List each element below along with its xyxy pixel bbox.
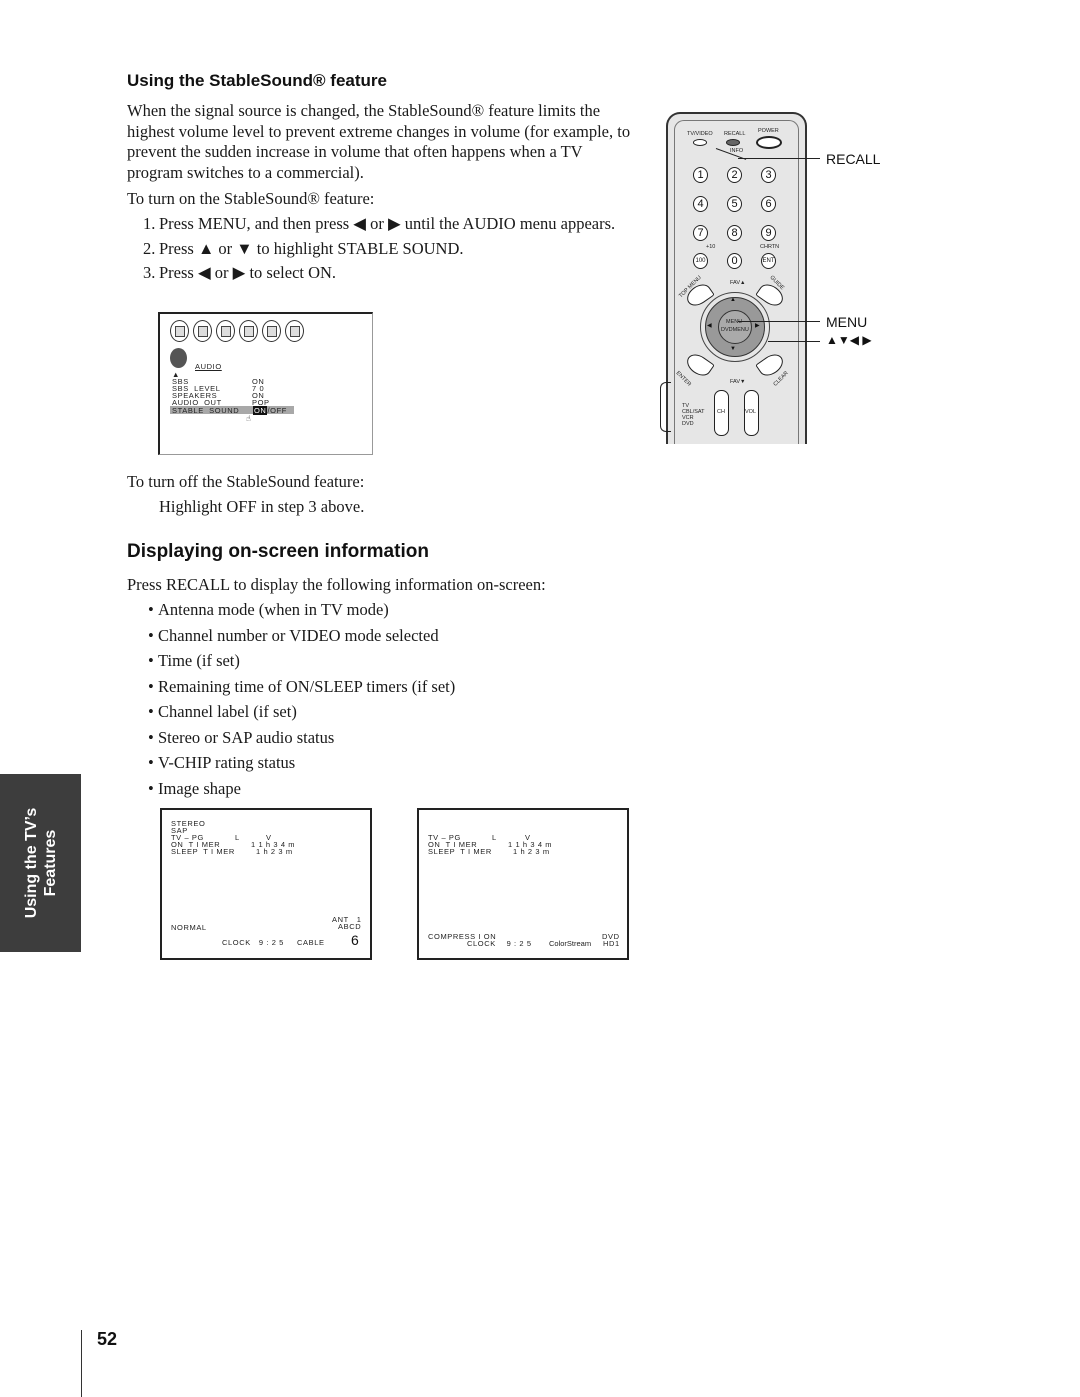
- recall-button[interactable]: [726, 139, 740, 146]
- list-item: Antenna mode (when in TV mode): [148, 600, 455, 626]
- key-ent[interactable]: ENT: [761, 253, 776, 269]
- recall-label: RECALL: [724, 131, 746, 137]
- key-0[interactable]: 0: [727, 253, 742, 269]
- menu-callout: MENU: [826, 314, 868, 330]
- key-7[interactable]: 7: [693, 225, 708, 241]
- key-5[interactable]: 5: [727, 196, 742, 212]
- turn-off-label: To turn off the StableSound feature:: [127, 472, 365, 491]
- channel-number: 6: [351, 932, 359, 948]
- sleep-timer-value: 1 h 2 3 m: [256, 847, 293, 856]
- mode-dvd: DVD: [682, 421, 694, 427]
- key-6[interactable]: 6: [761, 196, 776, 212]
- theater-icon: [262, 320, 281, 342]
- page-number-rule: [81, 1330, 82, 1397]
- section-heading-stablesound: Using the StableSound® feature: [127, 71, 387, 90]
- menu-row-stable-sound: STABLE SOUND: [172, 406, 240, 415]
- remote-control: TV/VIDEO RECALL POWER INFO 1 2 3 4 5 6 7…: [666, 112, 807, 444]
- power-button[interactable]: [756, 136, 782, 149]
- audio-menu-title: AUDIO: [195, 362, 222, 371]
- stable-sound-on: ON: [253, 406, 268, 415]
- ch-program-icon: [239, 320, 258, 342]
- list-item: Channel number or VIDEO mode selected: [148, 626, 455, 652]
- dpad-up-icon[interactable]: ▲: [730, 297, 736, 303]
- step-item: 3. Press ◀ or ▶ to select ON.: [143, 263, 337, 282]
- clock-display: CLOCK 9 : 2 5: [467, 939, 532, 948]
- turn-on-label: To turn on the StableSound® feature:: [127, 189, 375, 208]
- info-bullets: Antenna mode (when in TV mode) Channel n…: [148, 600, 455, 804]
- image-shape: NORMAL: [171, 923, 207, 932]
- clock-display: CLOCK 9 : 2 5: [222, 938, 284, 947]
- list-item: Stereo or SAP audio status: [148, 728, 455, 754]
- audio-menu-icon: [193, 320, 212, 342]
- steps-list: 1. Press MENU, and then press ◀ or ▶ unti…: [127, 214, 617, 288]
- arrows-callout: ▲▼◀ ▶: [826, 333, 872, 347]
- key-8[interactable]: 8: [727, 225, 742, 241]
- sleep-timer-label: SLEEP T I MER: [171, 847, 235, 856]
- section-side-tab: Using the TV’s Features: [0, 774, 81, 952]
- input-hd1: HD1: [603, 939, 620, 948]
- key-3[interactable]: 3: [761, 167, 776, 183]
- dpad-right-icon[interactable]: ▶: [755, 322, 760, 329]
- locks-icon: [285, 320, 304, 342]
- list-item: Time (if set): [148, 651, 455, 677]
- tv-video-label: TV/VIDEO: [687, 131, 713, 137]
- info-screen-dvd: TV – PG L V ON T I MER 1 1 h 3 4 m SLEEP…: [417, 808, 629, 960]
- list-item: V-CHIP rating status: [148, 753, 455, 779]
- recall-callout: RECALL: [826, 151, 881, 167]
- sleep-timer-label: SLEEP T I MER: [428, 847, 492, 856]
- list-item: Image shape: [148, 779, 455, 805]
- mode-switch[interactable]: [660, 382, 671, 432]
- input-colorstream: ColorStream: [549, 939, 592, 948]
- key-1[interactable]: 1: [693, 167, 708, 183]
- picture-menu-icon: [170, 320, 189, 342]
- section-heading-onscreen-info: Displaying on-screen information: [127, 541, 429, 562]
- tv-video-button[interactable]: [693, 139, 707, 146]
- hand-pointer-icon: ☝: [246, 414, 251, 423]
- list-item: Remaining time of ON/SLEEP timers (if se…: [148, 677, 455, 703]
- stablesound-intro: When the signal source is changed, the S…: [127, 101, 631, 182]
- key-2[interactable]: 2: [727, 167, 742, 183]
- dpad-left-icon[interactable]: ◀: [707, 322, 712, 329]
- key-4[interactable]: 4: [693, 196, 708, 212]
- dpad-down-icon[interactable]: ▼: [730, 346, 736, 352]
- turn-off-step: Highlight OFF in step 3 above.: [159, 497, 365, 516]
- setup-menu-icon: [216, 320, 235, 342]
- sleep-timer-value: 1 h 2 3 m: [513, 847, 550, 856]
- step-item: 2. Press ▲ or ▼ to highlight STABLE SOUND…: [143, 238, 464, 258]
- recall-intro: Press RECALL to display the following in…: [127, 575, 546, 594]
- list-item: Channel label (if set): [148, 702, 455, 728]
- audio-selected-icon: [170, 348, 187, 368]
- source-display: CABLE: [297, 938, 325, 947]
- channel-label: ABCD: [338, 922, 362, 931]
- step-item: 1. Press MENU, and then press ◀ or ▶ unti…: [143, 214, 616, 233]
- key-100[interactable]: 100: [693, 253, 708, 269]
- power-label: POWER: [758, 128, 779, 134]
- audio-menu-screen: AUDIO ▲ SBS ON SBS LEVEL 7 0 SPEAKERS ON…: [158, 312, 373, 455]
- stable-sound-off: /OFF: [267, 406, 287, 415]
- info-screen-tv: STEREO SAP TV – PG L V ON T I MER 1 1 h …: [160, 808, 372, 960]
- key-9[interactable]: 9: [761, 225, 776, 241]
- page-number: 52: [97, 1329, 118, 1349]
